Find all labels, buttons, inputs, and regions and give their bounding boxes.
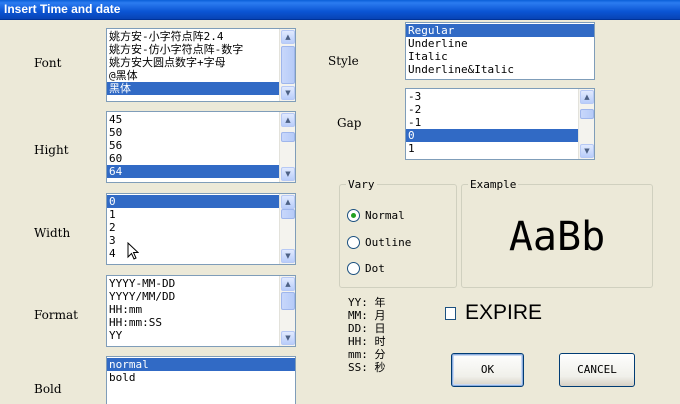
scroll-down-icon[interactable]: ▼ (281, 167, 295, 181)
scroll-thumb[interactable] (281, 292, 295, 310)
format-option[interactable]: HH:mm:SS (107, 316, 279, 329)
title-bar: Insert Time and date (0, 0, 680, 20)
format-option[interactable]: HH:mm (107, 303, 279, 316)
format-label: Format (34, 308, 78, 322)
scroll-thumb[interactable] (281, 132, 295, 142)
date-code-month: MM: 月 (348, 309, 386, 322)
vary-outline-radio[interactable] (347, 236, 360, 249)
bold-option[interactable]: bold (107, 371, 295, 384)
scroll-thumb[interactable] (580, 109, 594, 119)
hight-option[interactable]: 50 (107, 126, 279, 139)
scroll-down-icon[interactable]: ▼ (281, 331, 295, 345)
font-option-selected[interactable]: 黑体 (107, 82, 279, 95)
scroll-down-icon[interactable]: ▼ (281, 249, 295, 263)
date-code-day: DD: 日 (348, 322, 386, 335)
vary-outline-label[interactable]: Outline (365, 236, 411, 249)
width-option[interactable]: 1 (107, 208, 279, 221)
font-listbox[interactable]: 姚方安-小字符点阵2.4 姚方安-仿小字符点阵-数字 姚方安大圆点数字+字母 @… (106, 28, 296, 102)
scroll-up-icon[interactable]: ▲ (580, 90, 594, 104)
mouse-cursor-icon (127, 242, 139, 260)
vary-dot-label[interactable]: Dot (365, 262, 385, 275)
scroll-up-icon[interactable]: ▲ (281, 277, 295, 291)
scroll-thumb[interactable] (281, 46, 295, 84)
bold-label: Bold (34, 382, 62, 396)
hight-option[interactable]: 56 (107, 139, 279, 152)
style-listbox[interactable]: Regular Underline Italic Underline&Itali… (405, 22, 595, 80)
gap-option-selected[interactable]: 0 (406, 129, 578, 142)
width-option-selected[interactable]: 0 (107, 195, 279, 208)
scroll-up-icon[interactable]: ▲ (281, 113, 295, 127)
style-label: Style (328, 54, 359, 68)
vary-dot-radio[interactable] (347, 262, 360, 275)
date-code-list: YY: 年 MM: 月 DD: 日 HH: 时 mm: 分 SS: 秒 (348, 296, 386, 374)
hight-option[interactable]: 45 (107, 113, 279, 126)
scroll-down-icon[interactable]: ▼ (580, 144, 594, 158)
gap-option[interactable]: -2 (406, 103, 578, 116)
format-scrollbar[interactable]: ▲ ▼ (279, 276, 295, 346)
hight-option-selected[interactable]: 64 (107, 165, 279, 178)
style-option[interactable]: Underline&Italic (406, 63, 594, 76)
expire-label[interactable]: EXPIRE (465, 301, 542, 325)
scroll-up-icon[interactable]: ▲ (281, 30, 295, 44)
bold-listbox[interactable]: normal bold (106, 356, 296, 404)
font-label: Font (34, 56, 62, 70)
font-option[interactable]: 姚方安-小字符点阵2.4 (107, 30, 279, 43)
example-group-title: Example (468, 178, 519, 191)
format-listbox[interactable]: YYYY-MM-DD YYYY/MM/DD HH:mm HH:mm:SS YY … (106, 275, 296, 347)
ok-button[interactable]: OK (451, 353, 524, 387)
format-option[interactable]: YYYY-MM-DD (107, 277, 279, 290)
date-code-hour: HH: 时 (348, 335, 386, 348)
gap-listbox[interactable]: -3 -2 -1 0 1 ▲ ▼ (405, 88, 595, 160)
vary-normal-radio[interactable] (347, 209, 360, 222)
gap-scrollbar[interactable]: ▲ ▼ (578, 89, 594, 159)
gap-option[interactable]: 1 (406, 142, 578, 155)
format-option[interactable]: YY (107, 329, 279, 342)
width-label: Width (34, 226, 71, 240)
date-code-year: YY: 年 (348, 296, 386, 309)
window-title: Insert Time and date (4, 2, 121, 16)
scroll-down-icon[interactable]: ▼ (281, 86, 295, 100)
gap-label: Gap (337, 116, 362, 130)
gap-option[interactable]: -3 (406, 90, 578, 103)
date-code-minute: mm: 分 (348, 348, 386, 361)
gap-option[interactable]: -1 (406, 116, 578, 129)
scroll-thumb[interactable] (281, 209, 295, 219)
example-group: Example AaBb (461, 178, 653, 288)
hight-scrollbar[interactable]: ▲ ▼ (279, 112, 295, 182)
scroll-up-icon[interactable]: ▲ (281, 195, 295, 209)
hight-label: Hight (34, 143, 69, 157)
vary-normal-label[interactable]: Normal (365, 209, 405, 222)
style-option-selected[interactable]: Regular (406, 24, 594, 37)
hight-listbox[interactable]: 45 50 56 60 64 ▲ ▼ (106, 111, 296, 183)
width-scrollbar[interactable]: ▲ ▼ (279, 194, 295, 264)
vary-group-title: Vary (346, 178, 377, 191)
style-option[interactable]: Underline (406, 37, 594, 50)
font-option[interactable]: 姚方安大圆点数字+字母 (107, 56, 279, 69)
style-option[interactable]: Italic (406, 50, 594, 63)
date-code-second: SS: 秒 (348, 361, 386, 374)
cancel-button[interactable]: CANCEL (559, 353, 635, 387)
bold-option-selected[interactable]: normal (107, 358, 295, 371)
expire-checkbox[interactable] (445, 307, 456, 320)
format-option[interactable]: YYYY/MM/DD (107, 290, 279, 303)
font-scrollbar[interactable]: ▲ ▼ (279, 29, 295, 101)
vary-group: Vary Normal Outline Dot (339, 178, 457, 288)
font-option[interactable]: @黑体 (107, 69, 279, 82)
hight-option[interactable]: 60 (107, 152, 279, 165)
width-option[interactable]: 2 (107, 221, 279, 234)
font-option[interactable]: 姚方安-仿小字符点阵-数字 (107, 43, 279, 56)
example-preview: AaBb (508, 214, 606, 260)
